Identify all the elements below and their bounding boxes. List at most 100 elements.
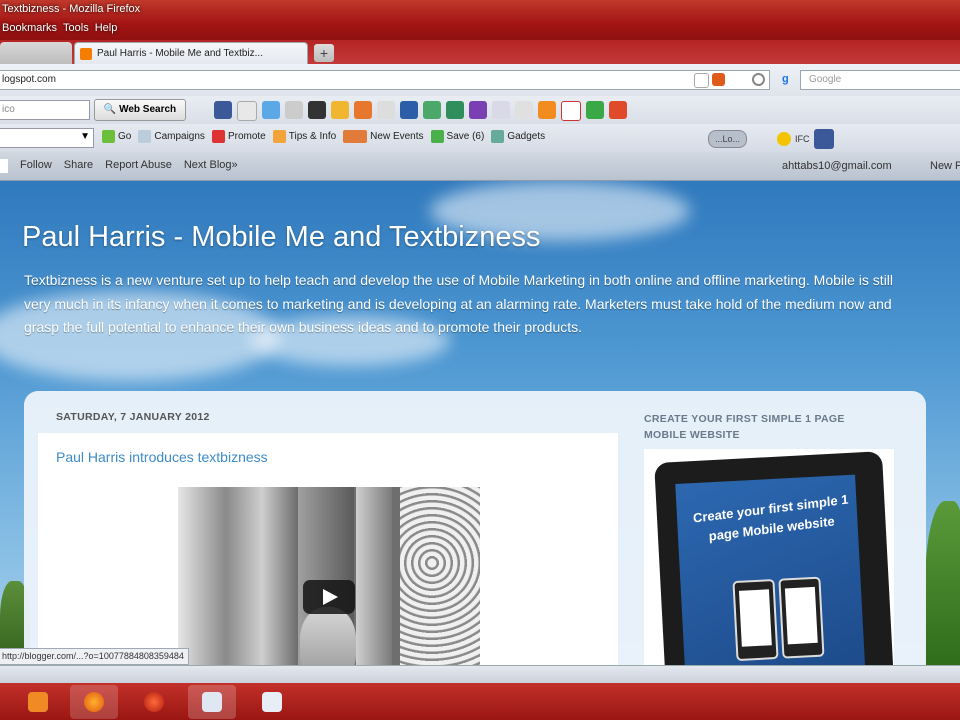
toolbar-search: ico 🔍 Web Search — [0, 96, 960, 124]
video-player[interactable] — [178, 487, 480, 665]
toolbar-promote[interactable]: Promote — [211, 130, 266, 143]
go-icon — [102, 130, 115, 143]
blogger-links: Follow Share Report Abuse Next Blog» — [20, 159, 238, 171]
url-field[interactable]: logspot.com — [0, 70, 770, 90]
web-search-button[interactable]: 🔍 Web Search — [94, 99, 186, 121]
campaigns-icon — [138, 130, 152, 143]
menu-help[interactable]: Help — [95, 22, 118, 38]
share-icon[interactable] — [400, 101, 418, 119]
taskbar — [0, 683, 960, 720]
tab-inactive[interactable] — [0, 42, 72, 64]
toolbar-search-value: ico — [2, 104, 15, 115]
toolbar-new-events[interactable]: New Events — [343, 130, 424, 143]
toolbar-pill[interactable]: ...Lo... — [708, 130, 748, 148]
new-post-link[interactable]: New Post — [930, 160, 960, 172]
toolbar-save[interactable]: Save (6) — [430, 130, 484, 143]
phone-image — [778, 576, 825, 659]
toolbar-tips[interactable]: Tips & Info — [272, 130, 336, 143]
green-icon[interactable] — [586, 101, 604, 119]
events-icon — [343, 130, 368, 143]
blogger-icon[interactable] — [354, 101, 372, 119]
red-icon[interactable] — [609, 101, 627, 119]
edit-icon[interactable] — [377, 101, 395, 119]
orange-icon[interactable] — [538, 101, 556, 119]
facebook-toolbar-icon[interactable] — [813, 129, 834, 149]
taskbar-item[interactable] — [14, 685, 62, 719]
blog-title[interactable]: Paul Harris - Mobile Me and Textbizness — [22, 221, 540, 254]
hill-decoration — [925, 501, 960, 665]
toolbar-campaigns[interactable]: Campaigns — [138, 130, 205, 143]
blogger-logo-icon[interactable] — [0, 159, 8, 173]
gmail-icon[interactable] — [561, 101, 581, 121]
follow-link[interactable]: Follow — [20, 159, 52, 171]
search-field[interactable]: Google — [800, 70, 960, 90]
taskbar-item[interactable] — [130, 685, 178, 719]
report-abuse-link[interactable]: Report Abuse — [105, 159, 172, 171]
toolbar-search-input[interactable]: ico — [0, 100, 90, 120]
firefox-icon — [84, 692, 104, 712]
toolbar-addon: ▼ Go Campaigns Promote Tips & Info New E… — [0, 124, 960, 153]
media-icon — [28, 692, 48, 712]
video-panel — [356, 487, 392, 665]
tablet-screen: Create your first simple 1 page Mobile w… — [675, 474, 866, 665]
tab-active[interactable]: Paul Harris - Mobile Me and Textbiz... — [74, 42, 308, 64]
toolbar-go[interactable]: Go — [102, 130, 131, 143]
dropdown-arrow-icon[interactable] — [734, 73, 747, 86]
twitter-icon[interactable] — [262, 101, 280, 119]
content-panel: SATURDAY, 7 JANUARY 2012 Paul Harris int… — [24, 391, 926, 665]
play-button[interactable] — [303, 580, 355, 614]
status-bar: http://blogger.com/...?o=100778848083594… — [0, 648, 189, 665]
menu-bar: Bookmarks Tools Help — [0, 22, 117, 38]
post-title[interactable]: Paul Harris introduces textbizness — [56, 449, 268, 465]
toolbar-gadgets[interactable]: Gadgets — [491, 130, 545, 143]
post-date: SATURDAY, 7 JANUARY 2012 — [56, 411, 210, 423]
ifc-label[interactable]: IFC — [795, 134, 810, 144]
toolbar-right-controls: ...Lo... IFC — [708, 129, 834, 149]
video-icon[interactable] — [469, 101, 487, 119]
video-panel — [400, 487, 480, 665]
window-titlebar: Textbizness - Mozilla Firefox Bookmarks … — [0, 0, 960, 40]
calendar-icon[interactable] — [423, 101, 441, 119]
new-tab-button[interactable]: + — [314, 44, 334, 62]
app-icon — [144, 692, 164, 712]
folder-icon — [262, 692, 282, 712]
star-icon[interactable] — [331, 101, 349, 119]
magnifier-icon: 🔍 — [103, 104, 117, 115]
feed-icon[interactable] — [712, 73, 725, 86]
gadgets-icon — [491, 130, 505, 143]
menu-tools[interactable]: Tools — [63, 22, 89, 38]
taskbar-firefox[interactable] — [70, 685, 118, 719]
toolbar-addon-items: Go Campaigns Promote Tips & Info New Eve… — [102, 130, 545, 143]
navigation-bar: logspot.com g Google — [0, 64, 960, 97]
taskbar-item[interactable] — [188, 685, 236, 719]
next-blog-link[interactable]: Next Blog» — [184, 159, 238, 171]
window-title: Textbizness - Mozilla Firefox — [2, 3, 141, 15]
video-panel — [178, 487, 298, 665]
toolbar-select[interactable]: ▼ — [0, 128, 94, 148]
sun-icon[interactable] — [777, 132, 792, 146]
print-icon[interactable] — [285, 101, 303, 119]
bookmark-icon[interactable] — [308, 101, 326, 119]
save-icon — [430, 130, 444, 143]
note-icon[interactable] — [492, 101, 510, 119]
mail-icon[interactable] — [237, 101, 257, 121]
share-link[interactable]: Share — [64, 159, 93, 171]
toolbar-icon-row — [214, 101, 627, 121]
tips-icon — [272, 130, 286, 143]
translate-icon[interactable] — [446, 101, 464, 119]
blog-description: Textbizness is a new venture set up to h… — [24, 272, 894, 335]
reload-icon[interactable] — [752, 73, 765, 86]
facebook-icon[interactable] — [214, 101, 232, 119]
chat-icon[interactable] — [515, 101, 533, 119]
window-icon — [202, 692, 222, 712]
sidebar-widget[interactable]: Create your first simple 1 page Mobile w… — [644, 449, 894, 665]
car-icon — [211, 130, 225, 143]
taskbar-item[interactable] — [248, 685, 296, 719]
presenter-face — [300, 607, 356, 665]
sidebar-widget-title: CREATE YOUR FIRST SIMPLE 1 PAGE MOBILE W… — [644, 413, 845, 441]
tablet-promo-text: Create your first simple 1 page Mobile w… — [692, 491, 849, 544]
google-icon[interactable]: g — [782, 73, 796, 87]
rss-icon[interactable] — [694, 73, 709, 88]
account-email[interactable]: ahttabs10@gmail.com — [782, 160, 892, 172]
menu-bookmarks[interactable]: Bookmarks — [2, 22, 57, 38]
